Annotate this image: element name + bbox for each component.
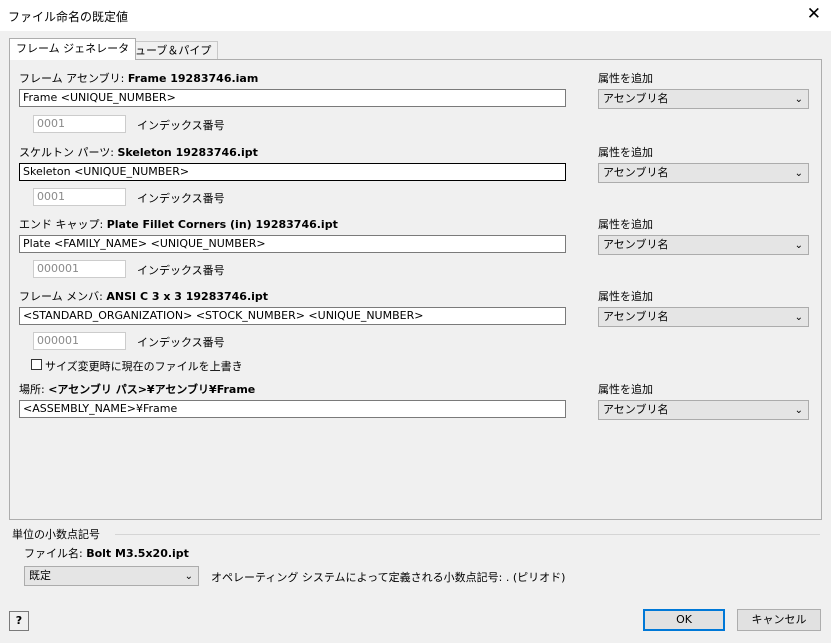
frame-member-attr-label: 属性を追加 bbox=[598, 290, 653, 303]
location-attr-value: アセンブリ名 bbox=[603, 403, 669, 416]
frame-member-filename: ANSI C 3 x 3 19283746.ipt bbox=[106, 290, 269, 303]
frame-assembly-attr-dropdown[interactable]: アセンブリ名 ⌄ bbox=[598, 89, 809, 109]
tab-strip: フレーム ジェネレータ チューブ＆パイプ bbox=[9, 38, 821, 60]
skeleton-part-label: スケルトン パーツ: Skeleton 19283746.ipt bbox=[19, 144, 258, 160]
frame-assembly-index-label: インデックス番号 bbox=[137, 119, 225, 132]
location-field[interactable]: <ASSEMBLY_NAME>¥Frame bbox=[19, 400, 566, 418]
frame-member-attr-dropdown[interactable]: アセンブリ名 ⌄ bbox=[598, 307, 809, 327]
end-cap-attr-value: アセンブリ名 bbox=[603, 238, 669, 251]
location-attr-dropdown[interactable]: アセンブリ名 ⌄ bbox=[598, 400, 809, 420]
frame-assembly-attr-label: 属性を追加 bbox=[598, 72, 653, 85]
end-cap-index-label: インデックス番号 bbox=[137, 264, 225, 277]
skeleton-part-attr-dropdown[interactable]: アセンブリ名 ⌄ bbox=[598, 163, 809, 183]
end-cap-index-field[interactable]: 000001 bbox=[33, 260, 126, 278]
skeleton-part-attr-label: 属性を追加 bbox=[598, 146, 653, 159]
skeleton-part-filename: Skeleton 19283746.ipt bbox=[117, 146, 258, 159]
tab-panel: フレーム アセンブリ: Frame 19283746.iam Frame <UN… bbox=[9, 59, 822, 520]
frame-member-attr-value: アセンブリ名 bbox=[603, 310, 669, 323]
frame-assembly-index-field[interactable]: 0001 bbox=[33, 115, 126, 133]
overwrite-on-resize-checkbox[interactable] bbox=[31, 359, 42, 370]
end-cap-attr-label: 属性を追加 bbox=[598, 218, 653, 231]
end-cap-label: エンド キャップ: Plate Fillet Corners (in) 1928… bbox=[19, 216, 338, 232]
frame-member-label: フレーム メンバ: ANSI C 3 x 3 19283746.ipt bbox=[19, 288, 268, 304]
frame-assembly-caption: フレーム アセンブリ: bbox=[19, 72, 125, 85]
tab-frame-generator[interactable]: フレーム ジェネレータ bbox=[9, 38, 137, 60]
frame-assembly-attr-value: アセンブリ名 bbox=[603, 92, 669, 105]
decimal-section-title: 単位の小数点記号 bbox=[12, 528, 100, 541]
chevron-down-icon: ⌄ bbox=[184, 571, 193, 582]
chevron-down-icon: ⌄ bbox=[794, 405, 803, 416]
decimal-filename-caption: ファイル名: bbox=[24, 547, 83, 560]
end-cap-name-field[interactable]: Plate <FAMILY_NAME> <UNIQUE_NUMBER> bbox=[19, 235, 566, 253]
location-caption: 場所: bbox=[19, 383, 45, 396]
location-path: <アセンブリ パス>¥アセンブリ¥Frame bbox=[48, 383, 256, 396]
help-button[interactable]: ? bbox=[9, 611, 29, 631]
skeleton-part-index-label: インデックス番号 bbox=[137, 192, 225, 205]
skeleton-part-name-field[interactable]: Skeleton <UNIQUE_NUMBER> bbox=[19, 163, 566, 181]
decimal-separator-dropdown[interactable]: 既定 ⌄ bbox=[24, 566, 199, 586]
frame-assembly-label: フレーム アセンブリ: Frame 19283746.iam bbox=[19, 70, 258, 86]
title-bar: ファイル命名の既定値 ✕ bbox=[0, 0, 831, 31]
decimal-filename: Bolt M3.5x20.ipt bbox=[86, 547, 189, 560]
chevron-down-icon: ⌄ bbox=[794, 240, 803, 251]
close-icon[interactable]: ✕ bbox=[807, 4, 821, 24]
skeleton-part-caption: スケルトン パーツ: bbox=[19, 146, 114, 159]
frame-member-name-field[interactable]: <STANDARD_ORGANIZATION> <STOCK_NUMBER> <… bbox=[19, 307, 566, 325]
skeleton-part-index-field[interactable]: 0001 bbox=[33, 188, 126, 206]
location-attr-label: 属性を追加 bbox=[598, 383, 653, 396]
chevron-down-icon: ⌄ bbox=[794, 168, 803, 179]
frame-member-index-field[interactable]: 000001 bbox=[33, 332, 126, 350]
frame-assembly-name-field[interactable]: Frame <UNIQUE_NUMBER> bbox=[19, 89, 566, 107]
decimal-filename-label: ファイル名: Bolt M3.5x20.ipt bbox=[24, 545, 189, 561]
skeleton-part-attr-value: アセンブリ名 bbox=[603, 166, 669, 179]
chevron-down-icon: ⌄ bbox=[794, 312, 803, 323]
window-title: ファイル命名の既定値 bbox=[8, 10, 129, 24]
frame-assembly-filename: Frame 19283746.iam bbox=[127, 72, 259, 85]
help-icon: ? bbox=[15, 614, 23, 627]
frame-member-index-label: インデックス番号 bbox=[137, 336, 225, 349]
end-cap-attr-dropdown[interactable]: アセンブリ名 ⌄ bbox=[598, 235, 809, 255]
cancel-button[interactable]: キャンセル bbox=[737, 609, 821, 631]
frame-member-caption: フレーム メンバ: bbox=[19, 290, 103, 303]
location-label: 場所: <アセンブリ パス>¥アセンブリ¥Frame bbox=[19, 381, 255, 397]
decimal-note: オペレーティング システムによって定義される小数点記号: . (ピリオド) bbox=[211, 571, 566, 584]
end-cap-caption: エンド キャップ: bbox=[19, 218, 104, 231]
ok-button[interactable]: OK bbox=[643, 609, 725, 631]
chevron-down-icon: ⌄ bbox=[794, 94, 803, 105]
overwrite-on-resize-label: サイズ変更時に現在のファイルを上書き bbox=[45, 360, 243, 373]
section-divider bbox=[115, 534, 820, 535]
end-cap-filename: Plate Fillet Corners (in) 19283746.ipt bbox=[106, 218, 338, 231]
decimal-separator-value: 既定 bbox=[29, 569, 51, 582]
